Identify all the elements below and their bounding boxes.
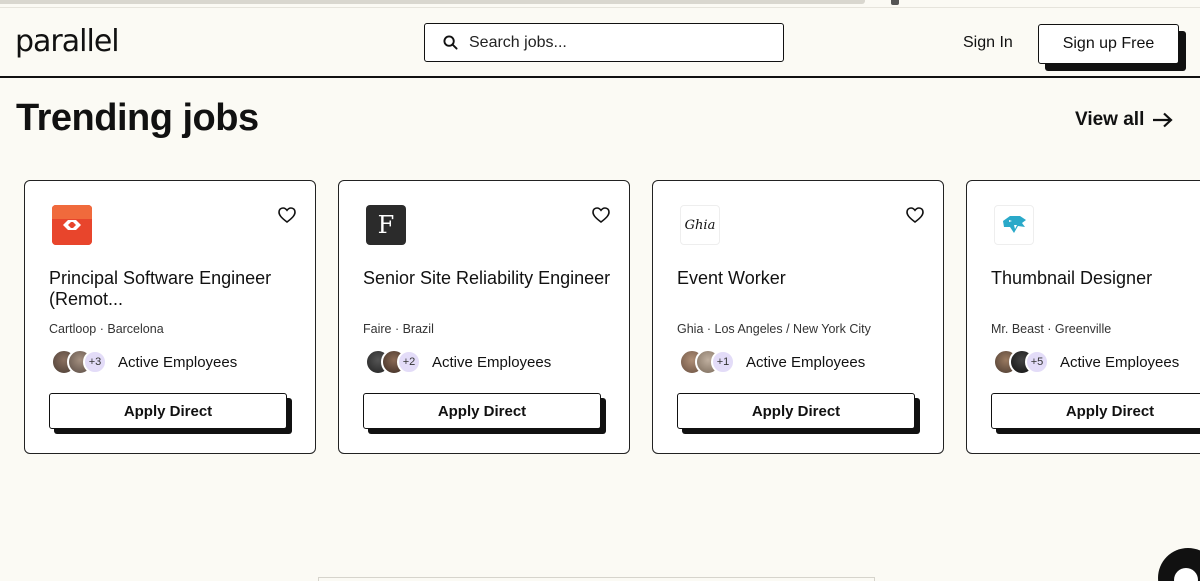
- job-card[interactable]: Thumbnail Designer Mr. Beast · Greenvill…: [966, 180, 1200, 454]
- scroll-handle: [891, 0, 899, 5]
- employees-label: Active Employees: [1060, 353, 1180, 371]
- search-box[interactable]: [424, 23, 784, 62]
- parallel-logo[interactable]: parallel: [15, 24, 120, 59]
- faire-logo-letter: F: [377, 211, 395, 239]
- apply-direct-button[interactable]: Apply Direct: [363, 393, 601, 429]
- ghia-logo: Ghia: [680, 205, 720, 245]
- mrbeast-panther-icon: [1003, 216, 1026, 233]
- ghia-logo-text: Ghia: [684, 217, 716, 233]
- browser-top-strip: [0, 0, 1200, 8]
- apply-wrap: Apply Direct: [363, 393, 606, 434]
- job-title[interactable]: Event Worker: [677, 268, 927, 289]
- heart-icon[interactable]: [906, 207, 924, 223]
- job-title[interactable]: Senior Site Reliability Engineer: [363, 268, 613, 289]
- apply-direct-button[interactable]: Apply Direct: [49, 393, 287, 429]
- employees-label: Active Employees: [118, 353, 238, 371]
- apply-direct-button[interactable]: Apply Direct: [677, 393, 915, 429]
- cartloop-logo: [52, 205, 92, 245]
- job-meta: Faire · Brazil: [363, 322, 434, 336]
- job-meta: Cartloop · Barcelona: [49, 322, 164, 336]
- arrow-right-icon: [1153, 112, 1173, 128]
- job-card[interactable]: Ghia Event Worker Ghia · Los Angeles / N…: [652, 180, 944, 454]
- job-title[interactable]: Principal Software Engineer (Remot...: [49, 268, 299, 310]
- search-input[interactable]: [469, 33, 769, 52]
- apply-direct-button[interactable]: Apply Direct: [991, 393, 1200, 429]
- chat-icon: [1174, 568, 1198, 581]
- site-header: parallel Sign In Sign up Free: [0, 8, 1200, 78]
- employees-label: Active Employees: [746, 353, 866, 371]
- view-all-link[interactable]: View all: [1075, 109, 1174, 131]
- apply-wrap: Apply Direct: [991, 393, 1200, 434]
- search-icon: [443, 35, 458, 50]
- scroll-track: [0, 0, 865, 4]
- apply-wrap: Apply Direct: [49, 393, 292, 434]
- active-employees: +3 Active Employees: [51, 349, 237, 375]
- job-card[interactable]: Principal Software Engineer (Remot... Ca…: [24, 180, 316, 454]
- employee-count-badge: +3: [83, 350, 107, 374]
- section-title: Trending jobs: [16, 97, 259, 139]
- active-employees: +5 Active Employees: [993, 349, 1179, 375]
- sign-in-link[interactable]: Sign In: [963, 34, 1013, 52]
- job-title[interactable]: Thumbnail Designer: [991, 268, 1200, 289]
- bottom-panel-edge: [318, 577, 875, 581]
- employee-count-badge: +5: [1025, 350, 1049, 374]
- job-card[interactable]: F Senior Site Reliability Engineer Faire…: [338, 180, 630, 454]
- job-meta: Mr. Beast · Greenville: [991, 322, 1112, 336]
- employee-count-badge: +2: [397, 350, 421, 374]
- chat-widget-button[interactable]: [1158, 548, 1200, 581]
- sign-up-button-wrap: Sign up Free: [1038, 24, 1186, 71]
- heart-icon[interactable]: [278, 207, 296, 223]
- heart-icon[interactable]: [592, 207, 610, 223]
- active-employees: +2 Active Employees: [365, 349, 551, 375]
- active-employees: +1 Active Employees: [679, 349, 865, 375]
- employees-label: Active Employees: [432, 353, 552, 371]
- sign-up-button[interactable]: Sign up Free: [1038, 24, 1179, 64]
- view-all-label: View all: [1075, 109, 1145, 130]
- cartloop-logo-icon: [52, 205, 92, 245]
- faire-logo: F: [366, 205, 406, 245]
- job-meta: Ghia · Los Angeles / New York City: [677, 322, 871, 336]
- apply-wrap: Apply Direct: [677, 393, 920, 434]
- mrbeast-logo: [994, 205, 1034, 245]
- employee-count-badge: +1: [711, 350, 735, 374]
